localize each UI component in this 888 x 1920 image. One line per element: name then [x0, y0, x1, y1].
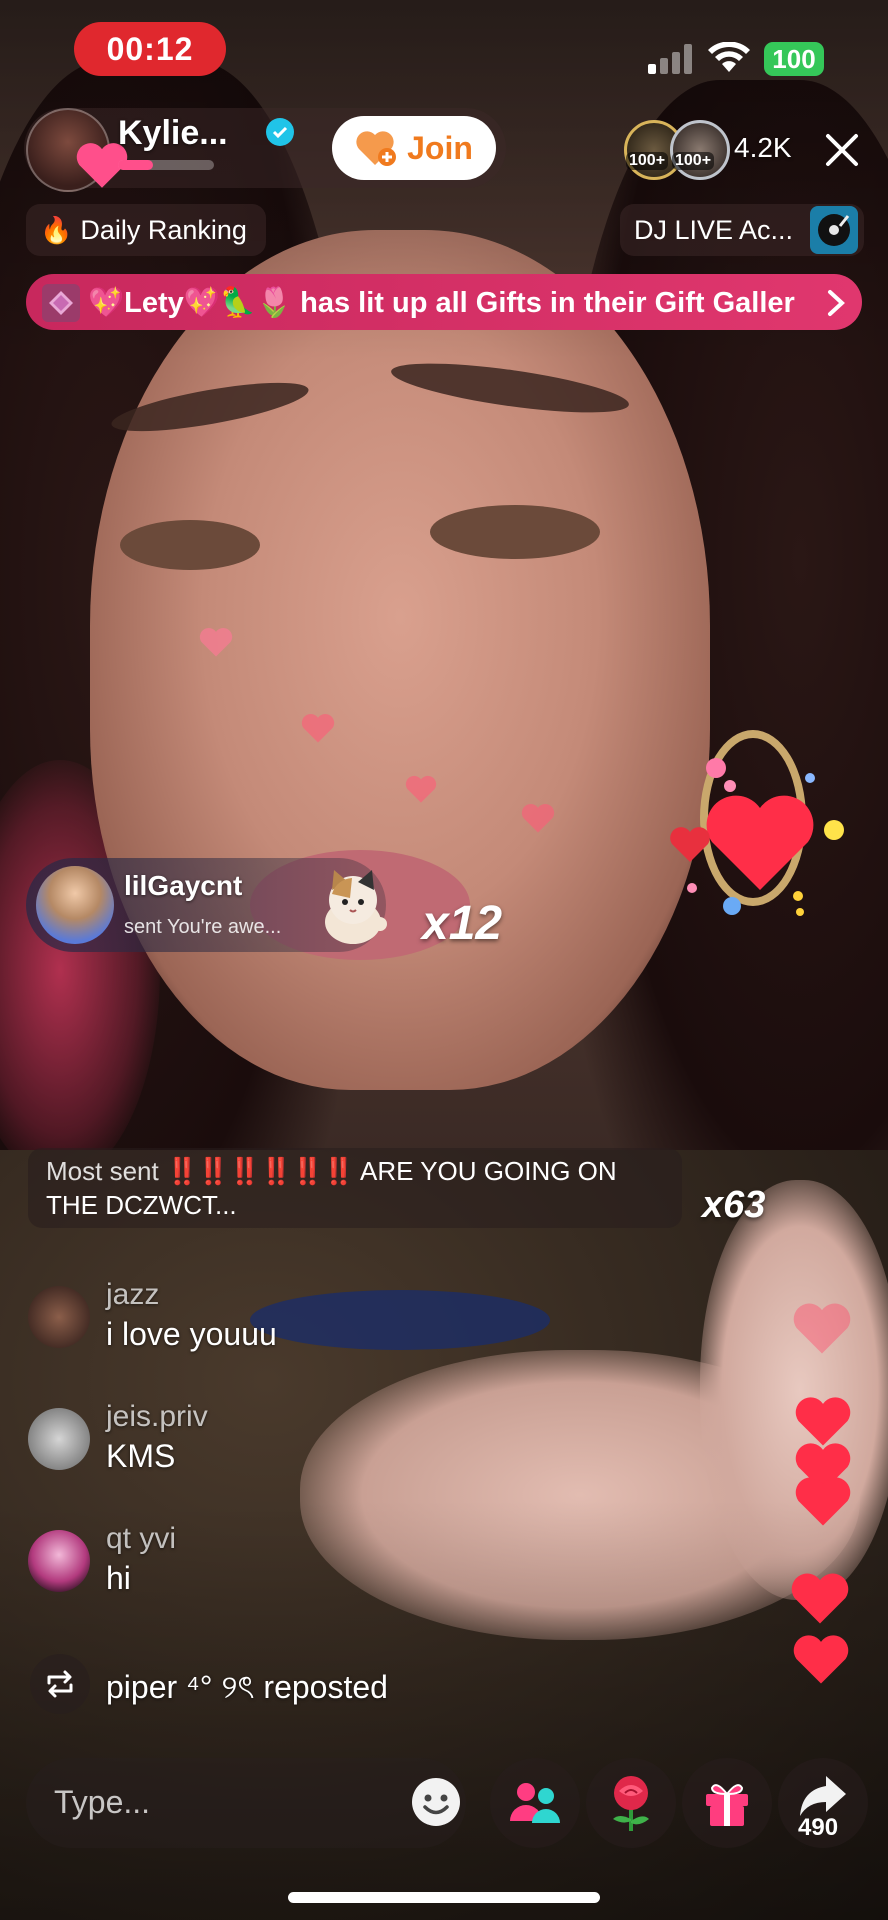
battery-indicator: 100	[764, 42, 824, 76]
live-timer: 00:12	[74, 22, 226, 76]
gift-sender-name: lilGaycnt	[124, 870, 243, 901]
daily-ranking-label: Daily Ranking	[80, 214, 247, 245]
share-count: 490	[798, 1814, 839, 1841]
close-icon[interactable]	[820, 128, 864, 172]
share-arrow-icon	[800, 1776, 846, 1816]
like-heart-icon	[790, 1632, 852, 1691]
faded-heart-icon	[790, 1300, 854, 1361]
flame-icon: 🔥	[40, 215, 73, 245]
heart-plus-icon	[355, 129, 399, 167]
people-icon	[510, 1783, 560, 1823]
most-sent-text-2: THE DCZWCT...	[46, 1190, 237, 1220]
gift-gallery-text-clip: 💖Lety💖🦜🌷 has lit up all Gifts in their G…	[88, 284, 812, 324]
chat-avatar[interactable]	[28, 1286, 90, 1348]
repost-icon	[30, 1654, 90, 1714]
top-viewer-badge-1: 100+	[626, 152, 669, 170]
join-label: Join	[407, 129, 473, 166]
chat-avatar[interactable]	[28, 1530, 90, 1592]
chat-text: KMS	[106, 1438, 176, 1474]
gift-combo-count: x12	[422, 897, 503, 950]
dj-live-label: DJ LIVE Ac...	[634, 214, 794, 245]
chat-avatar[interactable]	[28, 1408, 90, 1470]
like-heart-icon	[788, 1570, 852, 1631]
chat-text: i love youuu	[106, 1316, 277, 1352]
top-viewer-avatar-2[interactable]	[670, 120, 730, 180]
turntable-icon[interactable]	[810, 206, 858, 254]
host-name: Kylie...	[118, 114, 228, 152]
chat-message[interactable]: jeis.priv KMS	[28, 1400, 448, 1490]
verified-icon	[266, 118, 294, 146]
most-sent-marks: ‼️‼️‼️‼️‼️‼️	[165, 1156, 355, 1186]
floating-heart-icon	[520, 802, 556, 839]
gift-gallery-text: 💖Lety💖🦜🌷 has lit up all Gifts in their G…	[88, 287, 795, 319]
emoji-icon[interactable]	[410, 1776, 462, 1828]
chevron-right-icon[interactable]	[822, 288, 850, 318]
floating-heart-icon	[300, 712, 336, 749]
most-sent-line1: Most sent ‼️‼️‼️‼️‼️‼️ ARE YOU GOING ON	[46, 1156, 617, 1187]
chat-text: hi	[106, 1560, 131, 1596]
floating-heart-icon	[404, 774, 438, 809]
comment-placeholder: Type...	[54, 1784, 151, 1820]
battery-level: 100	[772, 43, 816, 74]
host-progress-bar	[118, 160, 214, 170]
wifi-icon	[708, 41, 750, 74]
gift-message: sent You're awe...	[124, 916, 282, 938]
top-viewer-badge-2: 100+	[672, 152, 715, 170]
chat-username: jazz	[106, 1278, 160, 1311]
join-button[interactable]: Join	[332, 116, 496, 180]
gift-box-icon	[706, 1784, 748, 1826]
multi-guest-button[interactable]	[490, 1758, 580, 1848]
viewer-count[interactable]: 4.2K	[734, 132, 792, 164]
most-sent-prefix: Most sent	[46, 1156, 159, 1186]
signal-icon	[648, 44, 694, 74]
timer-text: 00:12	[106, 30, 194, 67]
share-button[interactable]: 490	[778, 1758, 868, 1848]
rose-icon	[613, 1776, 649, 1831]
cat-gift-icon	[310, 864, 396, 950]
gift-sender-avatar[interactable]	[36, 866, 114, 944]
chat-username: jeis.priv	[106, 1400, 208, 1433]
chat-message[interactable]: jazz i love youuu	[28, 1278, 448, 1368]
rose-gift-button[interactable]	[586, 1758, 676, 1848]
home-indicator[interactable]	[288, 1892, 600, 1903]
chat-message[interactable]: qt yvi hi	[28, 1522, 448, 1612]
daily-ranking-button[interactable]: 🔥 Daily Ranking	[26, 204, 266, 256]
like-heart-icon	[792, 1474, 854, 1533]
heart-burst-animation	[660, 750, 860, 930]
floating-heart-icon	[198, 626, 234, 663]
gem-icon	[42, 284, 80, 322]
gift-button[interactable]	[682, 1758, 772, 1848]
most-sent-count: x63	[702, 1184, 766, 1226]
most-sent-text-1: ARE YOU GOING ON	[360, 1156, 617, 1186]
chat-username: qt yvi	[106, 1522, 177, 1555]
repost-text: piper ⁴° ୨ৎ reposted	[106, 1669, 388, 1705]
